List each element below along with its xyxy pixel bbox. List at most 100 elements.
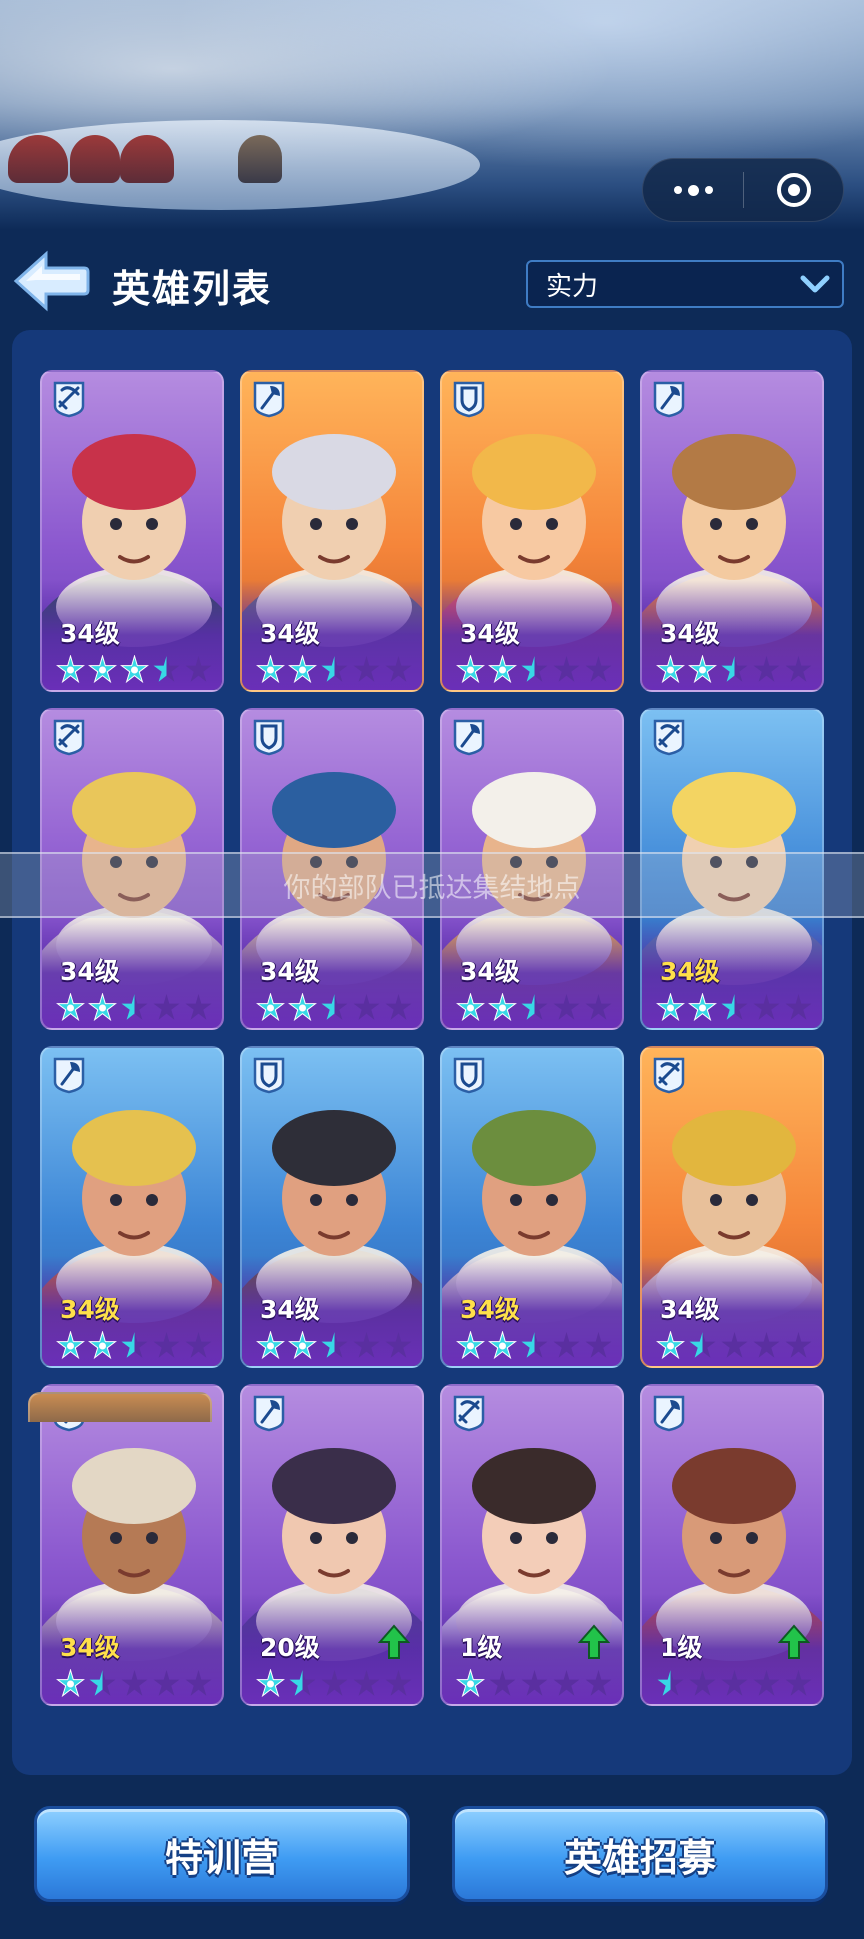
half-star-icon bbox=[289, 1670, 316, 1696]
hero-card[interactable]: 34级 bbox=[640, 1046, 824, 1368]
star-rating bbox=[56, 993, 213, 1022]
half-star-icon bbox=[153, 656, 180, 682]
empty-star-icon bbox=[185, 1670, 212, 1696]
hero-level: 34级 bbox=[460, 619, 520, 648]
empty-star-icon bbox=[521, 1670, 548, 1696]
star-icon bbox=[88, 655, 117, 684]
back-arrow-icon bbox=[13, 250, 90, 312]
star-icon bbox=[488, 993, 517, 1022]
hero-card[interactable]: 34级 bbox=[440, 370, 624, 692]
empty-star-icon bbox=[585, 656, 612, 682]
star-rating bbox=[656, 655, 813, 684]
star-icon bbox=[456, 1331, 485, 1360]
empty-star-icon bbox=[185, 1332, 212, 1358]
star-rating bbox=[56, 1331, 213, 1360]
sort-dropdown[interactable]: 实力 bbox=[526, 260, 844, 308]
star-rating bbox=[56, 1669, 213, 1698]
shield-icon bbox=[253, 1057, 285, 1094]
hero-card[interactable]: 34级 bbox=[240, 370, 424, 692]
star-rating bbox=[456, 655, 613, 684]
star-icon bbox=[688, 655, 717, 684]
empty-star-icon bbox=[185, 656, 212, 682]
empty-star-icon bbox=[553, 656, 580, 682]
empty-star-icon bbox=[553, 1332, 580, 1358]
axe-icon bbox=[53, 1057, 85, 1094]
star-icon bbox=[88, 1331, 117, 1360]
star-icon bbox=[256, 1331, 285, 1360]
hero-level: 34级 bbox=[460, 1295, 520, 1324]
hero-card[interactable]: 20级 bbox=[240, 1384, 424, 1706]
hero-card-partial[interactable] bbox=[28, 1392, 212, 1422]
empty-star-icon bbox=[153, 1332, 180, 1358]
empty-star-icon bbox=[785, 1670, 812, 1696]
hero-card[interactable]: 1级 bbox=[640, 1384, 824, 1706]
empty-star-icon bbox=[185, 994, 212, 1020]
empty-star-icon bbox=[153, 1670, 180, 1696]
toast-message: 你的部队已抵达集结地点 bbox=[0, 852, 864, 918]
axe-icon bbox=[253, 1395, 285, 1432]
star-rating bbox=[456, 1669, 613, 1698]
hero-card[interactable]: 34级 bbox=[40, 1046, 224, 1368]
training-camp-button[interactable]: 特训营 bbox=[34, 1806, 410, 1902]
empty-star-icon bbox=[353, 1670, 380, 1696]
star-rating bbox=[256, 1331, 413, 1360]
hero-level: 34级 bbox=[260, 1295, 320, 1324]
star-icon bbox=[56, 1331, 85, 1360]
star-icon bbox=[488, 1331, 517, 1360]
hero-level: 34级 bbox=[60, 957, 120, 986]
crossbow-icon bbox=[653, 719, 685, 756]
axe-icon bbox=[653, 381, 685, 418]
empty-star-icon bbox=[321, 1670, 348, 1696]
empty-star-icon bbox=[585, 1332, 612, 1358]
half-star-icon bbox=[521, 656, 548, 682]
empty-star-icon bbox=[489, 1670, 516, 1696]
half-star-icon bbox=[321, 994, 348, 1020]
close-miniapp-button[interactable] bbox=[744, 173, 843, 207]
target-icon bbox=[776, 173, 811, 207]
shield-icon bbox=[453, 381, 485, 418]
empty-star-icon bbox=[753, 994, 780, 1020]
empty-star-icon bbox=[785, 656, 812, 682]
empty-star-icon bbox=[353, 656, 380, 682]
axe-icon bbox=[453, 719, 485, 756]
hero-level: 34级 bbox=[660, 1295, 720, 1324]
hero-card[interactable]: 34级 bbox=[40, 370, 224, 692]
empty-star-icon bbox=[385, 1670, 412, 1696]
star-icon bbox=[456, 1669, 485, 1698]
star-icon bbox=[288, 993, 317, 1022]
star-rating bbox=[256, 655, 413, 684]
star-icon bbox=[456, 993, 485, 1022]
shield-icon bbox=[453, 1057, 485, 1094]
star-rating bbox=[656, 1669, 813, 1698]
star-icon bbox=[256, 655, 285, 684]
upgrade-arrow-icon bbox=[578, 1624, 610, 1659]
empty-star-icon bbox=[689, 1670, 716, 1696]
hero-card[interactable]: 34级 bbox=[240, 1046, 424, 1368]
empty-star-icon bbox=[353, 1332, 380, 1358]
upgrade-arrow-icon bbox=[778, 1624, 810, 1659]
back-button[interactable] bbox=[12, 250, 90, 312]
star-icon bbox=[56, 993, 85, 1022]
hero-card[interactable]: 34级 bbox=[440, 1046, 624, 1368]
star-rating bbox=[256, 993, 413, 1022]
half-star-icon bbox=[321, 1332, 348, 1358]
page-title: 英雄列表 bbox=[112, 267, 273, 311]
star-rating bbox=[56, 655, 213, 684]
hero-card[interactable]: 34级 bbox=[640, 370, 824, 692]
empty-star-icon bbox=[385, 656, 412, 682]
dot-icon bbox=[687, 184, 699, 196]
empty-star-icon bbox=[385, 1332, 412, 1358]
axe-icon bbox=[253, 381, 285, 418]
star-icon bbox=[656, 993, 685, 1022]
more-menu-button[interactable] bbox=[643, 158, 743, 222]
star-icon bbox=[56, 655, 85, 684]
hero-card[interactable]: 1级 bbox=[440, 1384, 624, 1706]
hero-level: 34级 bbox=[660, 957, 720, 986]
star-icon bbox=[456, 655, 485, 684]
hero-recruit-button[interactable]: 英雄招募 bbox=[452, 1806, 828, 1902]
star-icon bbox=[688, 993, 717, 1022]
crossbow-icon bbox=[453, 1395, 485, 1432]
empty-star-icon bbox=[353, 994, 380, 1020]
hero-card[interactable]: 34级 bbox=[40, 1384, 224, 1706]
empty-star-icon bbox=[753, 656, 780, 682]
